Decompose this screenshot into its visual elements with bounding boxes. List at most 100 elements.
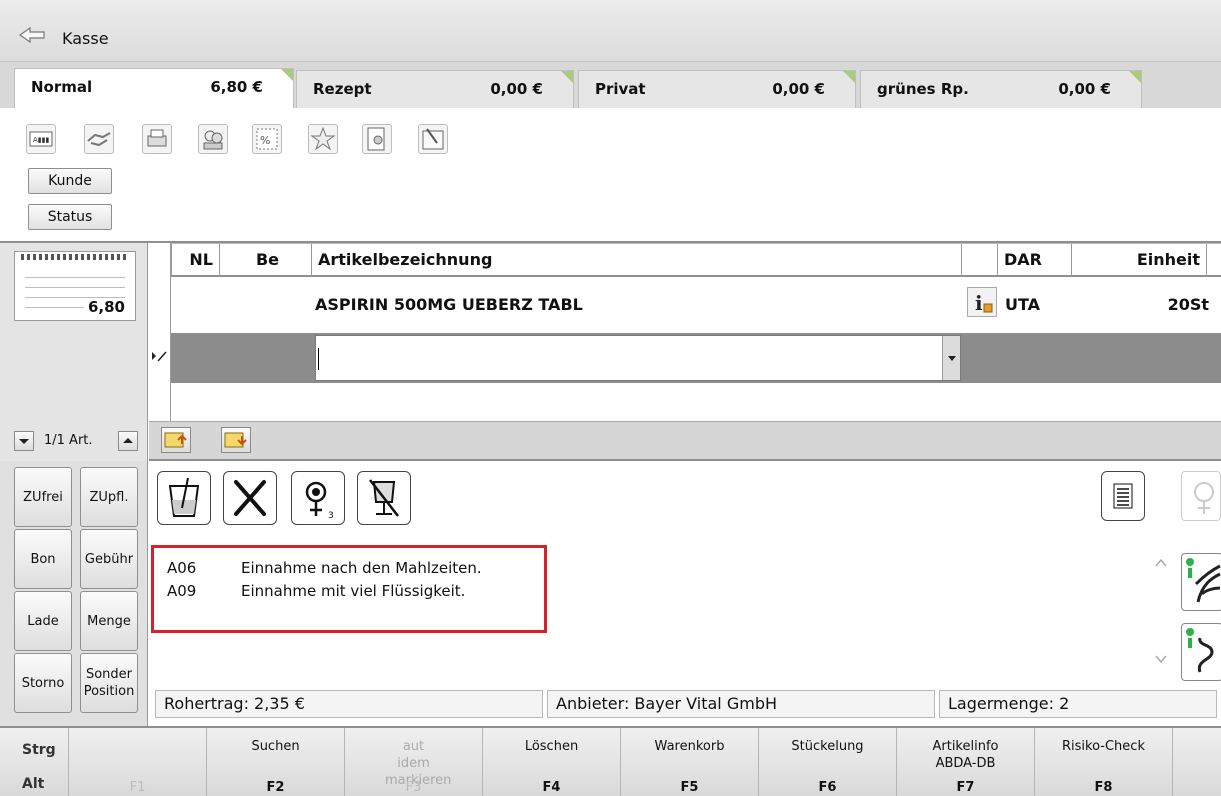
warenkorb-key[interactable]: Warenkorb F5	[620, 728, 758, 796]
bon-button[interactable]: Bon	[14, 529, 72, 589]
receipt-perforation	[21, 254, 129, 260]
tab-corner-marker	[1129, 71, 1141, 83]
status-bar: Rohertrag: 2,35 € Anbieter: Bayer Vital …	[149, 688, 1221, 726]
f1-key: F1	[68, 728, 206, 796]
overflow-key[interactable]	[1172, 728, 1221, 796]
tab-privat[interactable]: Privat 0,00 €	[578, 70, 856, 108]
page-up-button[interactable]	[118, 431, 138, 451]
page-down-button[interactable]	[14, 431, 34, 451]
no-alcohol-icon[interactable]	[357, 471, 411, 525]
suchen-label: Suchen	[251, 739, 300, 754]
customer-icon[interactable]	[198, 124, 228, 154]
status-button[interactable]: Status	[28, 204, 112, 230]
kunde-button[interactable]: Kunde	[28, 168, 112, 194]
female-symbol-icon[interactable]: 3	[291, 471, 345, 525]
article-search-input[interactable]	[315, 335, 961, 381]
tab-normal[interactable]: Normal 6,80 €	[14, 68, 294, 109]
handshake-icon[interactable]	[84, 124, 114, 154]
printer-icon[interactable]	[142, 124, 172, 154]
storno-button[interactable]: Storno	[14, 653, 72, 713]
header-be[interactable]: Be	[219, 244, 285, 276]
row-dar: UTA	[1005, 295, 1041, 314]
chevron-up-icon	[123, 438, 133, 443]
svg-text:%: %	[260, 134, 270, 147]
fork-knife-icon[interactable]	[223, 471, 277, 525]
dropdown-arrow-icon[interactable]	[942, 336, 960, 380]
scroll-down-icon[interactable]	[1153, 651, 1169, 667]
row-selector-column	[149, 243, 171, 421]
aut-idem-key: aut idem markieren F3	[344, 728, 482, 796]
scroll-up-icon[interactable]	[1153, 555, 1169, 571]
anbieter-field: Anbieter: Bayer Vital GmbH	[547, 690, 935, 718]
tab-corner-marker	[843, 71, 855, 83]
move-down-table-icon[interactable]	[221, 427, 251, 453]
tab-rezept[interactable]: Rezept 0,00 €	[296, 70, 574, 108]
action-toolbar: A▮▮▮ % Kunde Status	[0, 108, 1221, 243]
plant-info-icon[interactable]	[1181, 553, 1221, 611]
discount-icon[interactable]: %	[252, 124, 282, 154]
female-icon-badge: 3	[328, 511, 334, 521]
svg-text:i: i	[975, 291, 983, 315]
intake-info-panel: 3 A06 Einnahme nach den Mahlzeiten. A09 …	[149, 461, 1221, 726]
window-title: Kasse	[62, 29, 109, 48]
text-caret	[318, 348, 319, 370]
header-einheit[interactable]: Einheit	[1071, 244, 1207, 276]
glass-water-icon[interactable]	[157, 471, 211, 525]
tab-amount: 0,00 €	[490, 80, 543, 98]
pin-board-icon[interactable]	[418, 124, 448, 154]
snake-info-icon[interactable]	[1181, 623, 1221, 681]
tab-corner-marker	[281, 69, 293, 81]
function-key-bar: Strg Alt F1 Suchen F2 aut idem markieren…	[0, 726, 1221, 796]
zufrei-button[interactable]: ZUfrei	[14, 467, 72, 527]
suchen-key[interactable]: Suchen F2	[206, 728, 344, 796]
tab-label: Rezept	[313, 80, 372, 98]
f7-code: F7	[956, 780, 975, 795]
artikelinfo-key[interactable]: Artikelinfo ABDA-DB F7	[896, 728, 1034, 796]
row-artikel: ASPIRIN 500MG UEBERZ TABL	[315, 295, 583, 314]
artikelinfo-label: Artikelinfo ABDA-DB	[932, 739, 999, 771]
tab-label: grünes Rp.	[877, 80, 969, 98]
header-nl[interactable]: NL	[171, 244, 219, 276]
document-list-icon[interactable]	[1101, 471, 1145, 521]
f1-code: F1	[129, 780, 146, 795]
tab-corner-marker	[561, 71, 573, 83]
menge-button[interactable]: Menge	[80, 591, 138, 651]
quick-buttons-panel: ZUfrei ZUpfl. Bon Gebühr Lade Menge Stor…	[0, 461, 148, 726]
header-artikelbezeichnung[interactable]: Artikelbezeichnung	[311, 244, 961, 276]
alt-modifier: Alt	[22, 776, 45, 792]
card-reader-icon[interactable]: A▮▮▮	[26, 124, 56, 154]
header-dar[interactable]: DAR	[997, 244, 1071, 276]
stueckelung-key[interactable]: Stückelung F6	[758, 728, 896, 796]
loeschen-label: Löschen	[524, 739, 579, 754]
lade-button[interactable]: Lade	[14, 591, 72, 651]
hint-code: A06	[167, 559, 197, 577]
loeschen-key[interactable]: Löschen F4	[482, 728, 620, 796]
hint-text: Einnahme nach den Mahlzeiten.	[241, 559, 482, 577]
move-up-table-icon[interactable]	[161, 427, 191, 453]
new-entry-row	[171, 333, 1221, 383]
header-info-column	[961, 244, 997, 276]
stueckelung-label: Stückelung	[791, 739, 864, 754]
edit-pencil-icon	[152, 351, 167, 362]
hint-text: Einnahme mit viel Flüssigkeit.	[241, 582, 466, 600]
risiko-check-key[interactable]: Risiko-Check F8	[1034, 728, 1172, 796]
article-info-icon[interactable]: i	[967, 287, 997, 317]
f4-code: F4	[542, 780, 561, 795]
zupfl-button[interactable]: ZUpfl.	[80, 467, 138, 527]
back-arrow-icon[interactable]	[18, 26, 46, 44]
special-offer-icon[interactable]	[308, 124, 338, 154]
table-row[interactable]: ASPIRIN 500MG UEBERZ TABL i UTA 20St	[171, 277, 1221, 333]
pager-label: 1/1 Art.	[44, 433, 93, 448]
female-disabled-icon	[1181, 471, 1221, 521]
f3-code: F3	[405, 780, 422, 795]
sonder-position-button[interactable]: Sonder Position	[80, 653, 138, 713]
f2-code: F2	[266, 780, 285, 795]
document-person-icon[interactable]	[362, 124, 392, 154]
article-grid: NL Be Artikelbezeichnung DAR Einheit ASP…	[149, 243, 1221, 421]
receipt-total: 6,80	[83, 298, 125, 316]
tab-gruenes-rp[interactable]: grünes Rp. 0,00 €	[860, 70, 1142, 108]
tab-amount: 6,80 €	[210, 78, 263, 96]
article-pager: 1/1 Art.	[0, 421, 148, 461]
tab-label: Privat	[595, 80, 646, 98]
gebuehr-button[interactable]: Gebühr	[80, 529, 138, 589]
